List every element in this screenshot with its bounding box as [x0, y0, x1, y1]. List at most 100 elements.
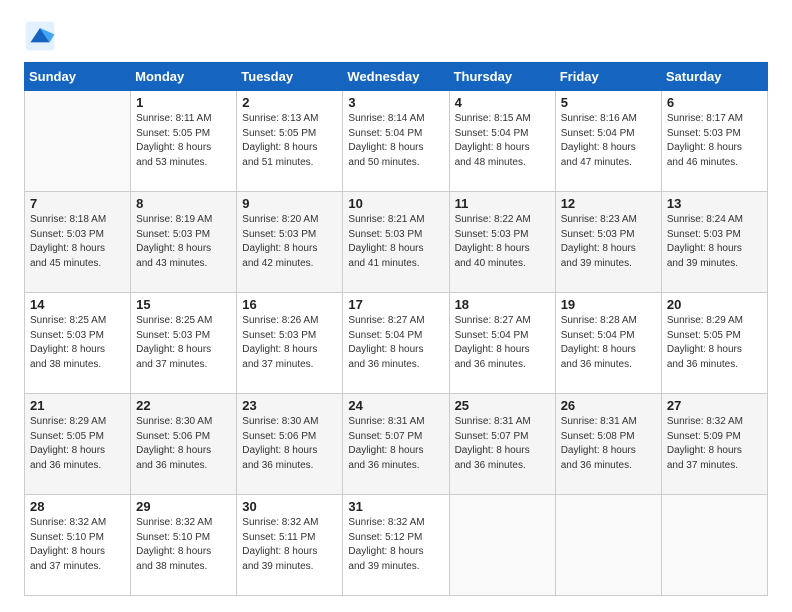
day-info: Sunrise: 8:31 AMSunset: 5:07 PMDaylight:…: [348, 415, 443, 473]
day-number: 29: [136, 499, 231, 514]
day-cell: 20Sunrise: 8:29 AMSunset: 5:05 PMDayligh…: [661, 293, 767, 394]
day-info: Sunrise: 8:18 AMSunset: 5:03 PMDaylight:…: [30, 213, 125, 271]
day-cell: [555, 495, 661, 596]
day-number: 14: [30, 297, 125, 312]
day-number: 22: [136, 398, 231, 413]
day-info: Sunrise: 8:30 AMSunset: 5:06 PMDaylight:…: [242, 415, 337, 473]
day-cell: 23 Sunrise: 8:30 AMSunset: 5:06 PMDayligh…: [237, 394, 343, 495]
col-header-saturday: Saturday: [661, 63, 767, 91]
col-header-wednesday: Wednesday: [343, 63, 449, 91]
day-number: 26: [561, 398, 656, 413]
day-cell: 26 Sunrise: 8:31 AMSunset: 5:08 PMDayligh…: [555, 394, 661, 495]
header-row: SundayMondayTuesdayWednesdayThursdayFrid…: [25, 63, 768, 91]
day-number: 24: [348, 398, 443, 413]
day-cell: 30 Sunrise: 8:32 AMSunset: 5:11 PMDayligh…: [237, 495, 343, 596]
day-info: Sunrise: 8:15 AMSunset: 5:04 PMDaylight:…: [455, 112, 550, 170]
day-number: 8: [136, 196, 231, 211]
day-info: Sunrise: 8:16 AMSunset: 5:04 PMDaylight:…: [561, 112, 656, 170]
col-header-monday: Monday: [131, 63, 237, 91]
day-number: 7: [30, 196, 125, 211]
day-cell: 6 Sunrise: 8:17 AMSunset: 5:03 PMDaylight…: [661, 91, 767, 192]
day-number: 27: [667, 398, 762, 413]
day-cell: 14 Sunrise: 8:25 AMSunset: 5:03 PMDayligh…: [25, 293, 131, 394]
day-cell: [25, 91, 131, 192]
day-info: Sunrise: 8:26 AMSunset: 5:03 PMDaylight:…: [242, 314, 337, 372]
day-info: Sunrise: 8:19 AMSunset: 5:03 PMDaylight:…: [136, 213, 231, 271]
day-info: Sunrise: 8:24 AMSunset: 5:03 PMDaylight:…: [667, 213, 762, 271]
day-info: Sunrise: 8:31 AMSunset: 5:08 PMDaylight:…: [561, 415, 656, 473]
day-cell: 22 Sunrise: 8:30 AMSunset: 5:06 PMDayligh…: [131, 394, 237, 495]
day-info: Sunrise: 8:27 AMSunset: 5:04 PMDaylight:…: [348, 314, 443, 372]
day-cell: 9 Sunrise: 8:20 AMSunset: 5:03 PMDaylight…: [237, 192, 343, 293]
day-cell: 29 Sunrise: 8:32 AMSunset: 5:10 PMDayligh…: [131, 495, 237, 596]
day-number: 6: [667, 95, 762, 110]
day-info: Sunrise: 8:32 AMSunset: 5:10 PMDaylight:…: [136, 516, 231, 574]
day-cell: 3 Sunrise: 8:14 AMSunset: 5:04 PMDaylight…: [343, 91, 449, 192]
day-number: 10: [348, 196, 443, 211]
day-info: Sunrise: 8:23 AMSunset: 5:03 PMDaylight:…: [561, 213, 656, 271]
day-cell: 16 Sunrise: 8:26 AMSunset: 5:03 PMDayligh…: [237, 293, 343, 394]
day-number: 25: [455, 398, 550, 413]
day-cell: 2Sunrise: 8:13 AMSunset: 5:05 PMDaylight…: [237, 91, 343, 192]
day-cell: 10 Sunrise: 8:21 AMSunset: 5:03 PMDayligh…: [343, 192, 449, 293]
day-cell: 13 Sunrise: 8:24 AMSunset: 5:03 PMDayligh…: [661, 192, 767, 293]
col-header-friday: Friday: [555, 63, 661, 91]
day-number: 1: [136, 95, 231, 110]
header: [24, 20, 768, 52]
day-number: 30: [242, 499, 337, 514]
day-info: Sunrise: 8:28 AMSunset: 5:04 PMDaylight:…: [561, 314, 656, 372]
day-cell: 18 Sunrise: 8:27 AMSunset: 5:04 PMDayligh…: [449, 293, 555, 394]
day-cell: 12 Sunrise: 8:23 AMSunset: 5:03 PMDayligh…: [555, 192, 661, 293]
day-info: Sunrise: 8:31 AMSunset: 5:07 PMDaylight:…: [455, 415, 550, 473]
day-number: 23: [242, 398, 337, 413]
day-number: 16: [242, 297, 337, 312]
day-info: Sunrise: 8:13 AMSunset: 5:05 PMDaylight:…: [242, 112, 337, 170]
calendar-table: SundayMondayTuesdayWednesdayThursdayFrid…: [24, 62, 768, 596]
day-cell: [661, 495, 767, 596]
day-cell: 21Sunrise: 8:29 AMSunset: 5:05 PMDayligh…: [25, 394, 131, 495]
day-number: 28: [30, 499, 125, 514]
day-cell: 1 Sunrise: 8:11 AMSunset: 5:05 PMDaylight…: [131, 91, 237, 192]
day-number: 3: [348, 95, 443, 110]
day-info: Sunrise: 8:32 AMSunset: 5:10 PMDaylight:…: [30, 516, 125, 574]
day-info: Sunrise: 8:14 AMSunset: 5:04 PMDaylight:…: [348, 112, 443, 170]
day-info: Sunrise: 8:21 AMSunset: 5:03 PMDaylight:…: [348, 213, 443, 271]
day-number: 18: [455, 297, 550, 312]
day-info: Sunrise: 8:25 AMSunset: 5:03 PMDaylight:…: [136, 314, 231, 372]
day-number: 15: [136, 297, 231, 312]
day-number: 13: [667, 196, 762, 211]
day-info: Sunrise: 8:17 AMSunset: 5:03 PMDaylight:…: [667, 112, 762, 170]
week-row-1: 7 Sunrise: 8:18 AMSunset: 5:03 PMDaylight…: [25, 192, 768, 293]
day-info: Sunrise: 8:20 AMSunset: 5:03 PMDaylight:…: [242, 213, 337, 271]
day-number: 4: [455, 95, 550, 110]
day-info: Sunrise: 8:11 AMSunset: 5:05 PMDaylight:…: [136, 112, 231, 170]
day-info: Sunrise: 8:32 AMSunset: 5:12 PMDaylight:…: [348, 516, 443, 574]
day-number: 5: [561, 95, 656, 110]
logo: [24, 20, 62, 52]
day-number: 11: [455, 196, 550, 211]
col-header-thursday: Thursday: [449, 63, 555, 91]
day-number: 19: [561, 297, 656, 312]
day-cell: 31Sunrise: 8:32 AMSunset: 5:12 PMDayligh…: [343, 495, 449, 596]
day-cell: 19 Sunrise: 8:28 AMSunset: 5:04 PMDayligh…: [555, 293, 661, 394]
day-cell: 15 Sunrise: 8:25 AMSunset: 5:03 PMDayligh…: [131, 293, 237, 394]
logo-icon: [24, 20, 56, 52]
day-cell: 7 Sunrise: 8:18 AMSunset: 5:03 PMDaylight…: [25, 192, 131, 293]
day-info: Sunrise: 8:27 AMSunset: 5:04 PMDaylight:…: [455, 314, 550, 372]
day-info: Sunrise: 8:22 AMSunset: 5:03 PMDaylight:…: [455, 213, 550, 271]
day-info: Sunrise: 8:30 AMSunset: 5:06 PMDaylight:…: [136, 415, 231, 473]
col-header-tuesday: Tuesday: [237, 63, 343, 91]
day-info: Sunrise: 8:32 AMSunset: 5:11 PMDaylight:…: [242, 516, 337, 574]
day-info: Sunrise: 8:29 AMSunset: 5:05 PMDaylight:…: [30, 415, 125, 473]
day-cell: 25 Sunrise: 8:31 AMSunset: 5:07 PMDayligh…: [449, 394, 555, 495]
day-cell: 17 Sunrise: 8:27 AMSunset: 5:04 PMDayligh…: [343, 293, 449, 394]
day-info: Sunrise: 8:25 AMSunset: 5:03 PMDaylight:…: [30, 314, 125, 372]
week-row-2: 14 Sunrise: 8:25 AMSunset: 5:03 PMDayligh…: [25, 293, 768, 394]
day-number: 12: [561, 196, 656, 211]
day-cell: 27Sunrise: 8:32 AMSunset: 5:09 PMDayligh…: [661, 394, 767, 495]
day-number: 17: [348, 297, 443, 312]
day-number: 9: [242, 196, 337, 211]
day-cell: 8 Sunrise: 8:19 AMSunset: 5:03 PMDaylight…: [131, 192, 237, 293]
day-cell: 4 Sunrise: 8:15 AMSunset: 5:04 PMDaylight…: [449, 91, 555, 192]
day-cell: 28 Sunrise: 8:32 AMSunset: 5:10 PMDayligh…: [25, 495, 131, 596]
